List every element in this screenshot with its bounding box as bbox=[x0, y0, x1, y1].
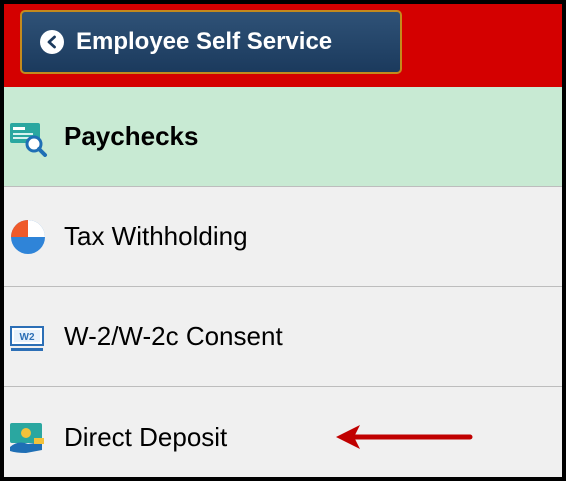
sidebar-item-label: Tax Withholding bbox=[64, 221, 248, 251]
sidebar-item-label: W-2/W-2c Consent bbox=[64, 321, 283, 351]
sidebar-item-label: Direct Deposit bbox=[64, 421, 228, 452]
sidebar-item-direct-deposit[interactable]: Direct Deposit bbox=[4, 387, 562, 477]
back-button-label: Employee Self Service bbox=[76, 28, 333, 55]
sidebar-item-tax-withholding[interactable]: Tax Withholding bbox=[4, 187, 562, 287]
chevron-left-icon bbox=[40, 30, 64, 54]
direct-deposit-icon bbox=[8, 417, 48, 457]
pie-chart-icon bbox=[8, 217, 48, 257]
sidebar-item-paychecks[interactable]: Paychecks bbox=[4, 87, 562, 187]
svg-text:W2: W2 bbox=[20, 332, 35, 343]
paycheck-icon bbox=[8, 117, 48, 157]
sidebar-nav: Paychecks Tax Withholding W2 W-2/W-2c Co… bbox=[4, 87, 562, 477]
app-window: Employee Self Service Paychecks Tax With… bbox=[0, 0, 566, 481]
sidebar-item-label: Paychecks bbox=[64, 121, 199, 151]
back-button[interactable]: Employee Self Service bbox=[20, 10, 402, 74]
w2-form-icon: W2 bbox=[8, 317, 48, 357]
callout-arrow bbox=[336, 425, 473, 449]
sidebar-item-w2-consent[interactable]: W2 W-2/W-2c Consent bbox=[4, 287, 562, 387]
header-bar: Employee Self Service bbox=[4, 4, 562, 87]
